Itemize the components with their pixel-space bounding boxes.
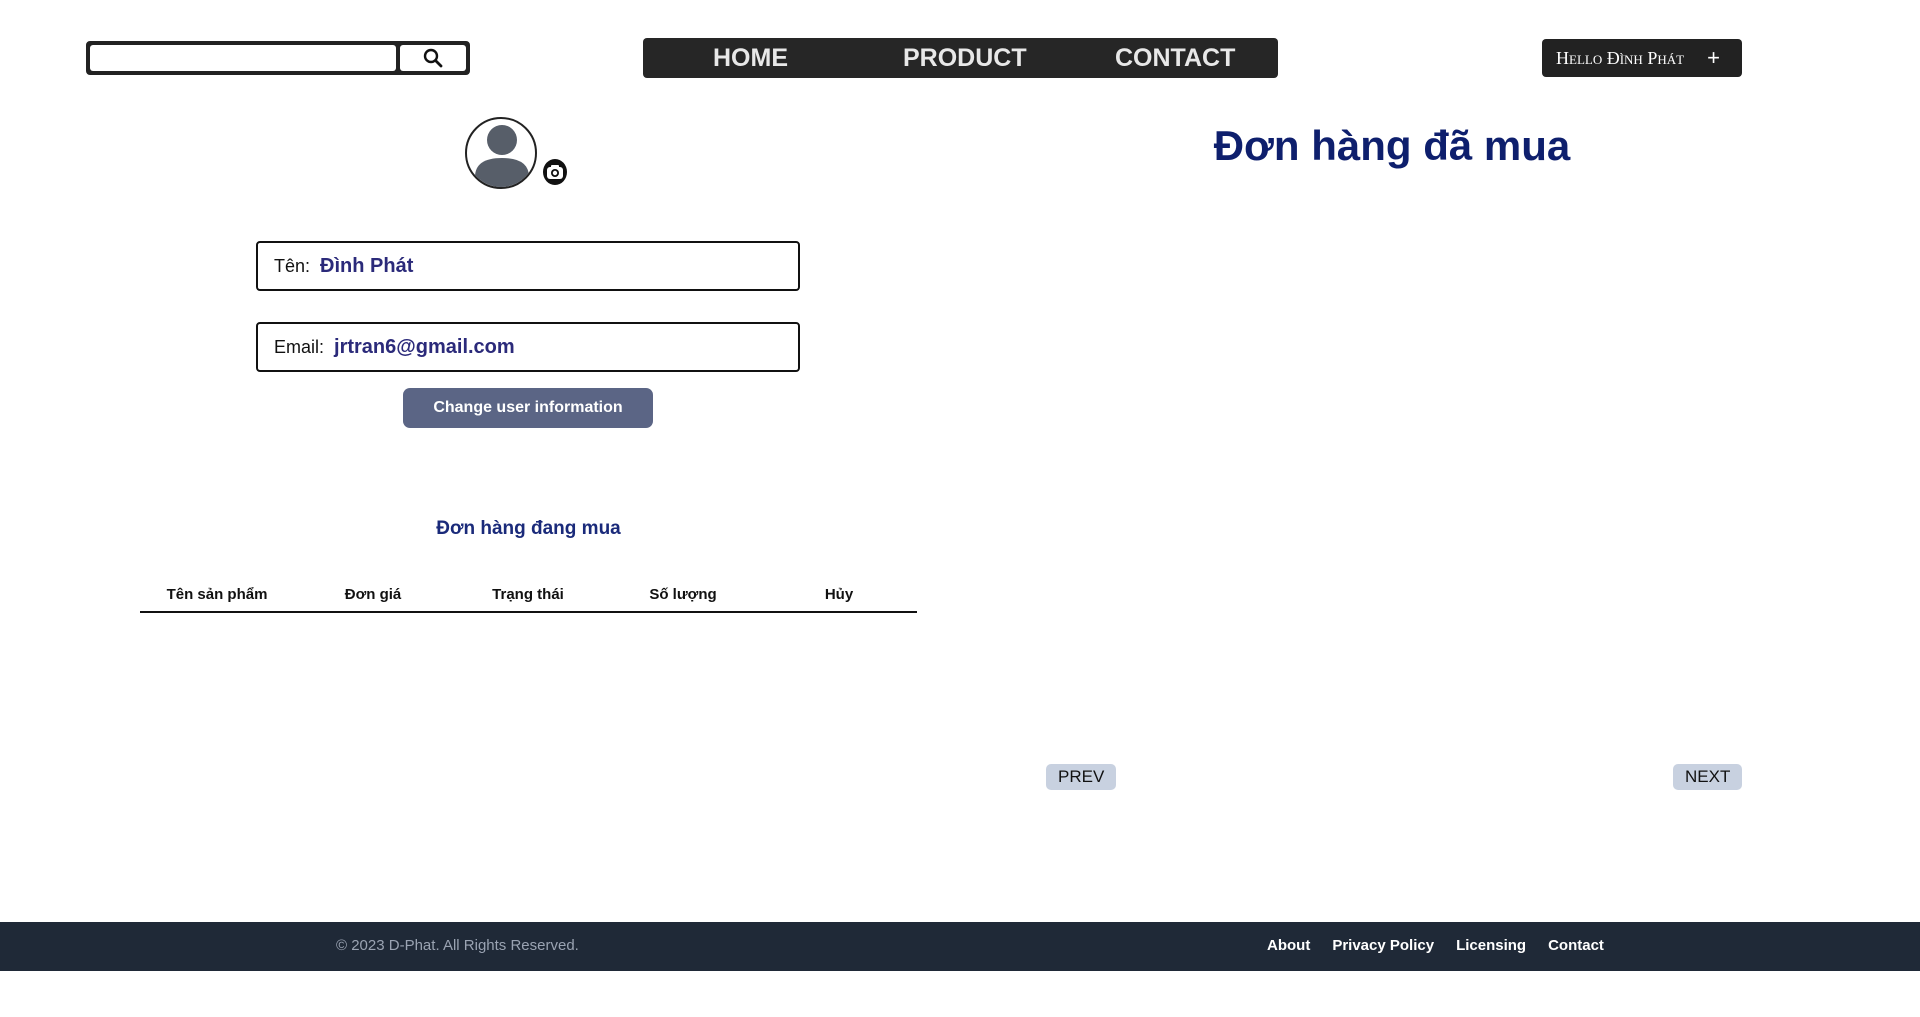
column-header-product-name: Tên sản phẩm [166,586,268,603]
nav-contact[interactable]: CONTACT [1115,44,1235,73]
footer: © 2023 D-Phat. All Rights Reserved. Abou… [0,922,1920,971]
search-bar [86,41,470,75]
main-nav: HOME PRODUCT CONTACT [643,38,1278,78]
name-field[interactable]: Tên: Đình Phát [256,241,800,291]
camera-icon [547,165,563,179]
search-button[interactable] [400,45,466,71]
user-greeting: Hello Đình Phát [1556,47,1685,68]
email-value: jrtran6@gmail.com [334,335,515,358]
footer-link-contact[interactable]: Contact [1548,937,1604,954]
current-orders-table: Tên sản phẩm Đơn giá Trạng thái Số lượng… [140,582,917,613]
change-user-info-button[interactable]: Change user information [403,388,653,428]
avatar [465,117,537,189]
footer-link-licensing[interactable]: Licensing [1456,937,1526,954]
prev-page-button[interactable]: PREV [1046,764,1117,790]
name-label: Tên: [274,255,311,276]
plus-icon: + [1707,45,1720,70]
copyright-text: © 2023 D-Phat. All Rights Reserved. [336,937,579,954]
nav-product[interactable]: PRODUCT [903,44,1027,73]
footer-links: About Privacy Policy Licensing Contact [1267,937,1604,954]
user-menu-button[interactable]: Hello Đình Phát + [1542,39,1742,77]
current-orders-title: Đơn hàng đang mua [436,518,621,539]
order-history-title: Đơn hàng đã mua [1213,122,1571,169]
name-value: Đình Phát [320,254,414,277]
profile-page: HOME PRODUCT CONTACT Hello Đình Phát + T… [0,0,1920,1017]
nav-home[interactable]: HOME [713,44,788,73]
column-header-cancel: Hủy [824,586,854,603]
email-label: Email: [274,336,325,357]
user-avatar-icon [475,125,529,187]
column-header-status: Trạng thái [492,586,564,603]
search-icon [423,48,443,68]
footer-link-privacy-policy[interactable]: Privacy Policy [1332,937,1434,954]
column-header-unit-price: Đơn giá [344,586,402,603]
footer-link-about[interactable]: About [1267,937,1310,954]
email-field[interactable]: Email: jrtran6@gmail.com [256,322,800,372]
column-header-quantity: Số lượng [649,586,717,603]
change-avatar-button[interactable] [541,157,569,187]
search-input[interactable] [90,45,396,71]
next-page-button[interactable]: NEXT [1673,764,1743,790]
